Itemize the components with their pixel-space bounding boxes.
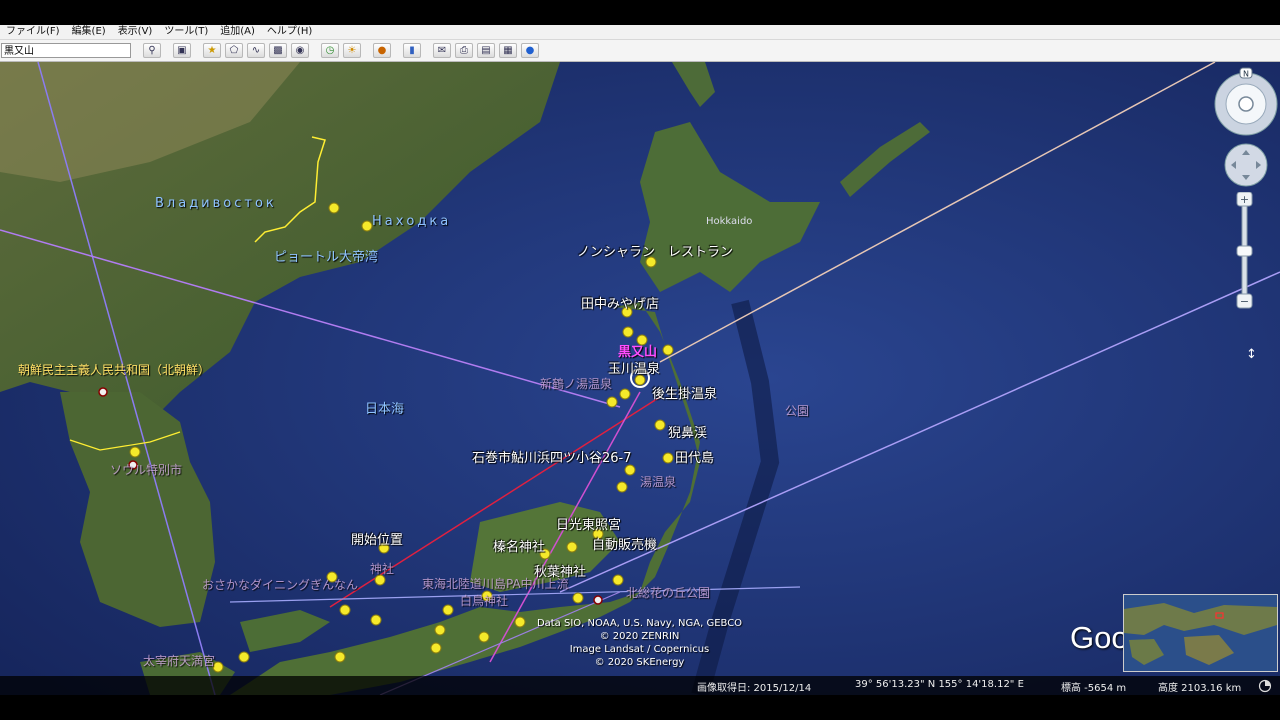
save-image-icon[interactable]: ▤ [477, 43, 495, 58]
map-label: おさかなダイニングぎんなん [202, 578, 359, 592]
svg-text:+: + [1240, 193, 1249, 206]
map-label: 神社 [370, 562, 395, 576]
placemark-label[interactable]: ノンシャラン レストラン [577, 241, 733, 260]
menu-edit[interactable]: 編集(E) [66, 25, 112, 39]
add-polygon-icon[interactable]: ⬠ [225, 43, 243, 58]
map-label: 太宰府天満宮 [143, 654, 216, 668]
earth-gallery-icon[interactable]: ● [521, 43, 539, 58]
map-label: 朝鮮民主主義人民共和国（北朝鮮） [18, 363, 211, 377]
eye-altitude: 高度 2103.16 km [1158, 683, 1242, 694]
placemark-label[interactable]: 榛名神社 [493, 536, 545, 555]
placemark-label[interactable]: 猊鼻渓 [668, 422, 707, 441]
placemark-label[interactable]: 玉川温泉 [608, 358, 660, 377]
terrain-elevation: 標高 -5654 m [1061, 683, 1127, 694]
video-letterbox-bottom [0, 695, 1280, 720]
placemark-label[interactable]: 開始位置 [351, 529, 403, 548]
resize-cursor-icon: ↕ [1246, 347, 1257, 362]
map-label: 東海北陸道川島PA中川上流 [422, 577, 569, 591]
sidebar-toggle-icon[interactable]: ▣ [173, 43, 191, 58]
record-tour-icon[interactable]: ◉ [291, 43, 309, 58]
map-label: 日本海 [365, 402, 405, 417]
capital-marker-icon [98, 387, 108, 397]
compass-north-icon: N [1243, 70, 1249, 79]
placemark-label[interactable]: 田中みやげ店 [581, 293, 659, 312]
pointer-coordinates: 39° 56'13.23" N 155° 14'18.12" E [855, 679, 1024, 690]
move-joystick[interactable] [1223, 142, 1269, 188]
map-label: 新鶴ノ湯温泉 [540, 377, 613, 391]
sun-icon[interactable]: ☀ [343, 43, 361, 58]
menu-bar: ファイル(F) 編集(E) 表示(V) ツール(T) 追加(A) ヘルプ(H) [0, 25, 1280, 40]
map-label: ソウル特別市 [110, 463, 183, 477]
placemark-label[interactable]: 後生掛温泉 [652, 383, 717, 402]
search-icon[interactable]: ⚲ [143, 43, 161, 58]
add-placemark-icon[interactable]: ★ [203, 43, 221, 58]
zoom-thumb [1236, 245, 1253, 257]
map-label: 湯温泉 [640, 475, 677, 489]
add-image-overlay-icon[interactable]: ▩ [269, 43, 287, 58]
add-path-icon[interactable]: ∿ [247, 43, 265, 58]
email-icon[interactable]: ✉ [433, 43, 451, 58]
streaming-progress-icon [1258, 679, 1272, 693]
placemark-label[interactable]: 田代島 [675, 447, 714, 466]
video-letterbox-top [0, 0, 1280, 25]
placemark-label[interactable]: 日光東照宮 [556, 514, 621, 533]
map-label: Находка [372, 214, 452, 229]
ruler-icon[interactable]: ▮ [403, 43, 421, 58]
svg-text:−: − [1240, 295, 1249, 308]
toolbar: 黒又山 ⚲ ▣ ★ ⬠ ∿ ▩ ◉ ◷ ☀ ● ▮ ✉ ⎙ ▤ ▦ ● [0, 40, 1280, 62]
imagery-attribution: Data SIO, NOAA, U.S. Navy, NGA, GEBCO © … [536, 618, 743, 668]
map-label: 白鳥神社 [460, 594, 509, 608]
overview-map-image [1124, 595, 1277, 671]
search-input[interactable]: 黒又山 [1, 43, 131, 58]
print-icon[interactable]: ⎙ [455, 43, 473, 58]
look-joystick[interactable]: N [1212, 66, 1280, 138]
capital-marker-icon [593, 595, 603, 605]
menu-view[interactable]: 表示(V) [112, 25, 159, 39]
map-label: 公園 [785, 404, 810, 418]
placemark-label[interactable]: 自動販売機 [592, 534, 657, 553]
map-label: 北総花の丘公園 [626, 586, 711, 600]
overview-map[interactable] [1123, 594, 1278, 672]
menu-file[interactable]: ファイル(F) [0, 25, 66, 39]
zoom-slider[interactable]: + − [1236, 192, 1254, 312]
menu-add[interactable]: 追加(A) [214, 25, 261, 39]
menu-help[interactable]: ヘルプ(H) [261, 25, 318, 39]
map-label: Hokkaido [706, 216, 753, 227]
map-label: ピョートル大帝湾 [274, 250, 379, 265]
imagery-date: 画像取得日: 2015/12/14 [697, 683, 812, 694]
globe-view[interactable]: Владивосток Находка ピョートル大帝湾 朝鮮民主主義人民共和国… [0, 62, 1280, 695]
historical-imagery-icon[interactable]: ◷ [321, 43, 339, 58]
menu-tools[interactable]: ツール(T) [158, 25, 214, 39]
map-label: Владивосток [155, 196, 277, 211]
placemark-label[interactable]: 石巻市鮎川浜四ツ小谷26-7 [472, 447, 632, 466]
view-in-maps-icon[interactable]: ▦ [499, 43, 517, 58]
planets-icon[interactable]: ● [373, 43, 391, 58]
